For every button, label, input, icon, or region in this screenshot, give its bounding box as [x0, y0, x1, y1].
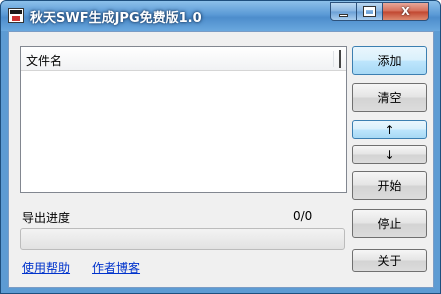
- progress-label: 导出进度: [22, 211, 71, 225]
- stop-button[interactable]: 停止: [352, 209, 427, 238]
- column-end-marker: [339, 50, 341, 68]
- move-down-button[interactable]: ↓: [352, 145, 427, 164]
- minimize-icon: [331, 3, 356, 20]
- window-title: 秋天SWF生成JPG免费版1.0: [30, 11, 202, 26]
- minimize-button[interactable]: [330, 2, 357, 21]
- app-icon-bar: [10, 10, 22, 14]
- export-progress-bar: [20, 228, 345, 250]
- close-button[interactable]: X: [382, 2, 429, 21]
- column-divider[interactable]: [333, 51, 334, 67]
- app-window: 秋天SWF生成JPG免费版1.0 X 文件名 添加 清空 ↑ ↓ 开始 停止 关…: [0, 0, 441, 294]
- progress-count: 0/0: [293, 209, 313, 223]
- column-header-filename[interactable]: 文件名: [26, 52, 62, 69]
- help-link[interactable]: 使用帮助: [22, 259, 70, 276]
- close-icon: X: [401, 5, 410, 18]
- file-list[interactable]: 文件名: [20, 46, 347, 193]
- client-area: 文件名 添加 清空 ↑ ↓ 开始 停止 关于 导出进度 0/0 使用帮助 作者博…: [8, 31, 434, 288]
- clear-button[interactable]: 清空: [352, 83, 427, 112]
- maximize-icon: [357, 3, 382, 20]
- list-header: 文件名: [21, 47, 346, 71]
- add-button[interactable]: 添加: [352, 46, 427, 75]
- author-blog-link[interactable]: 作者博客: [92, 259, 140, 276]
- about-button[interactable]: 关于: [352, 249, 427, 272]
- app-icon-mark: [12, 16, 20, 21]
- maximize-button[interactable]: [356, 2, 383, 21]
- title-bar[interactable]: 秋天SWF生成JPG免费版1.0 X: [1, 1, 440, 31]
- start-button[interactable]: 开始: [352, 171, 427, 200]
- app-icon: [8, 8, 24, 23]
- move-up-button[interactable]: ↑: [352, 120, 427, 139]
